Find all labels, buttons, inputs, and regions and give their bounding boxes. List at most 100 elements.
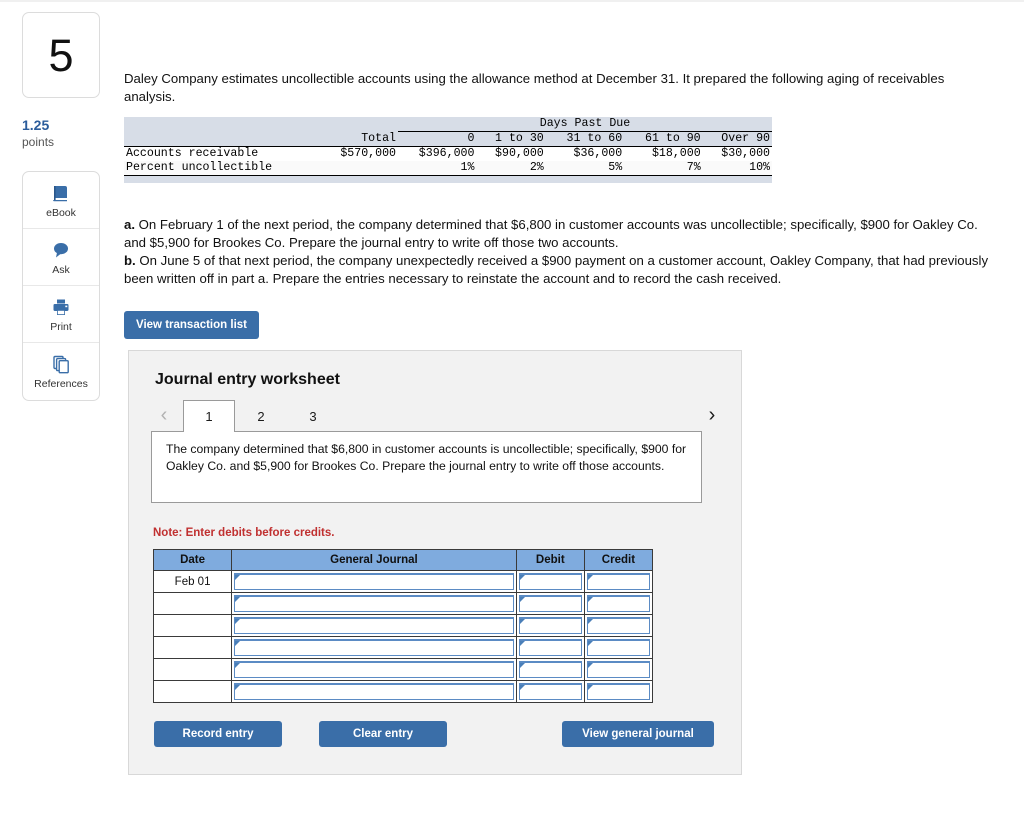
journal-account-input[interactable] <box>234 683 514 700</box>
tool-ask[interactable]: Ask <box>23 229 99 287</box>
journal-debit-input[interactable] <box>518 617 582 634</box>
journal-credit-cell[interactable] <box>583 592 654 615</box>
journal-general-journal-cell[interactable] <box>231 570 517 593</box>
journal-debit-cell[interactable] <box>515 680 585 703</box>
view-transaction-list-button[interactable]: View transaction list <box>124 311 259 339</box>
ebook-icon <box>51 182 71 204</box>
journal-credit-cell[interactable] <box>583 636 654 659</box>
part-b: b. On June 5 of that next period, the co… <box>124 252 989 288</box>
journal-debit-cell[interactable] <box>515 570 585 593</box>
aging-cell: 7% <box>686 161 701 174</box>
problem-intro: Daley Company estimates uncollectible ac… <box>124 71 945 104</box>
journal-debit-cell[interactable] <box>515 658 585 681</box>
table-row: Percent uncollectible 1% 2% 5% 7% 10% <box>124 161 772 176</box>
table-row <box>152 592 654 615</box>
aging-col-total: Total <box>361 131 396 145</box>
journal-header-date: Date <box>152 549 233 571</box>
journal-date-cell[interactable] <box>152 680 233 703</box>
tab-label: 1 <box>205 409 213 424</box>
table-row <box>152 614 654 637</box>
aging-cell: $30,000 <box>721 147 770 160</box>
aging-col-61-90: 61 to 90 <box>644 132 701 145</box>
journal-credit-input[interactable] <box>586 595 650 612</box>
journal-date-cell[interactable] <box>152 592 233 615</box>
problem-parts: a. On February 1 of the next period, the… <box>124 216 989 288</box>
journal-debit-input[interactable] <box>518 683 582 700</box>
journal-date-cell[interactable] <box>152 636 233 659</box>
points-block: 1.25 points <box>22 117 100 149</box>
journal-general-journal-cell[interactable] <box>231 614 517 637</box>
journal-account-input[interactable] <box>234 617 514 634</box>
tool-panel: eBook Ask Print References <box>22 171 100 402</box>
journal-account-input[interactable] <box>234 595 514 612</box>
journal-credit-input[interactable] <box>586 683 650 700</box>
journal-account-input[interactable] <box>234 661 514 678</box>
part-a: a. On February 1 of the next period, the… <box>124 216 989 252</box>
question-number: 5 <box>48 29 74 81</box>
aging-footer-row <box>124 175 772 183</box>
journal-credit-cell[interactable] <box>583 614 654 637</box>
question-number-box: 5 <box>22 12 100 98</box>
part-b-marker: b. <box>124 253 136 268</box>
print-icon <box>51 296 71 318</box>
journal-credit-input[interactable] <box>586 573 650 590</box>
aging-col-over-90: Over 90 <box>721 132 770 145</box>
tab-3[interactable]: 3 <box>287 400 339 432</box>
aging-cell: 10% <box>749 161 770 174</box>
journal-header-general-journal: General Journal <box>231 549 517 571</box>
clear-entry-button[interactable]: Clear entry <box>319 721 447 747</box>
journal-credit-input[interactable] <box>586 617 650 634</box>
tab-2[interactable]: 2 <box>235 400 287 432</box>
tab-1[interactable]: 1 <box>183 400 235 432</box>
journal-account-input[interactable] <box>234 639 514 656</box>
journal-credit-input[interactable] <box>586 639 650 656</box>
worksheet-tab-content: The company determined that $6,800 in cu… <box>151 431 702 503</box>
main-content: Daley Company estimates uncollectible ac… <box>124 0 1024 775</box>
aging-cell: 5% <box>608 161 623 174</box>
table-row <box>152 636 654 659</box>
journal-debit-cell[interactable] <box>515 592 585 615</box>
aging-days-past-due-header: Days Past Due <box>398 117 772 132</box>
tool-references[interactable]: References <box>23 343 99 400</box>
aging-table: Days Past Due Total 0 1 to 30 31 to 60 6… <box>124 117 772 183</box>
journal-date-cell[interactable]: Feb 01 <box>152 570 233 593</box>
journal-general-journal-cell[interactable] <box>231 636 517 659</box>
journal-credit-input[interactable] <box>586 661 650 678</box>
journal-date-cell[interactable] <box>152 614 233 637</box>
aging-col-31-60: 31 to 60 <box>566 132 623 145</box>
journal-debit-input[interactable] <box>518 639 582 656</box>
aging-row-label: Accounts receivable <box>126 147 259 160</box>
tab-label: 2 <box>257 408 265 424</box>
aging-col-blank <box>124 132 314 147</box>
part-a-marker: a. <box>124 217 135 232</box>
journal-debit-input[interactable] <box>518 661 582 678</box>
references-icon <box>51 353 71 375</box>
journal-date-cell[interactable] <box>152 658 233 681</box>
journal-credit-cell[interactable] <box>583 680 654 703</box>
journal-debit-cell[interactable] <box>515 614 585 637</box>
journal-credit-cell[interactable] <box>583 658 654 681</box>
tool-label: References <box>34 378 88 391</box>
journal-debit-input[interactable] <box>518 573 582 590</box>
chevron-right-icon[interactable]: › <box>701 402 723 428</box>
journal-debit-cell[interactable] <box>515 636 585 659</box>
journal-general-journal-cell[interactable] <box>231 592 517 615</box>
aging-spacer <box>314 117 398 132</box>
table-row: Accounts receivable $570,000 $396,000 $9… <box>124 146 772 161</box>
journal-debit-input[interactable] <box>518 595 582 612</box>
journal-entry-table: Date General Journal Debit Credit Feb 01 <box>152 549 654 703</box>
journal-general-journal-cell[interactable] <box>231 658 517 681</box>
aging-cell: $570,000 <box>340 147 396 160</box>
record-entry-button[interactable]: Record entry <box>154 721 282 747</box>
journal-credit-cell[interactable] <box>583 570 654 593</box>
aging-row-label: Percent uncollectible <box>126 161 273 174</box>
points-value: 1.25 <box>22 117 50 133</box>
worksheet-title: Journal entry worksheet <box>155 371 340 388</box>
journal-account-input[interactable] <box>234 573 514 590</box>
view-general-journal-button[interactable]: View general journal <box>562 721 714 747</box>
tool-ebook[interactable]: eBook <box>23 172 99 230</box>
journal-general-journal-cell[interactable] <box>231 680 517 703</box>
tool-print[interactable]: Print <box>23 286 99 344</box>
aging-group-header-row: Days Past Due <box>124 117 772 132</box>
chevron-left-icon[interactable]: ‹ <box>153 402 175 428</box>
